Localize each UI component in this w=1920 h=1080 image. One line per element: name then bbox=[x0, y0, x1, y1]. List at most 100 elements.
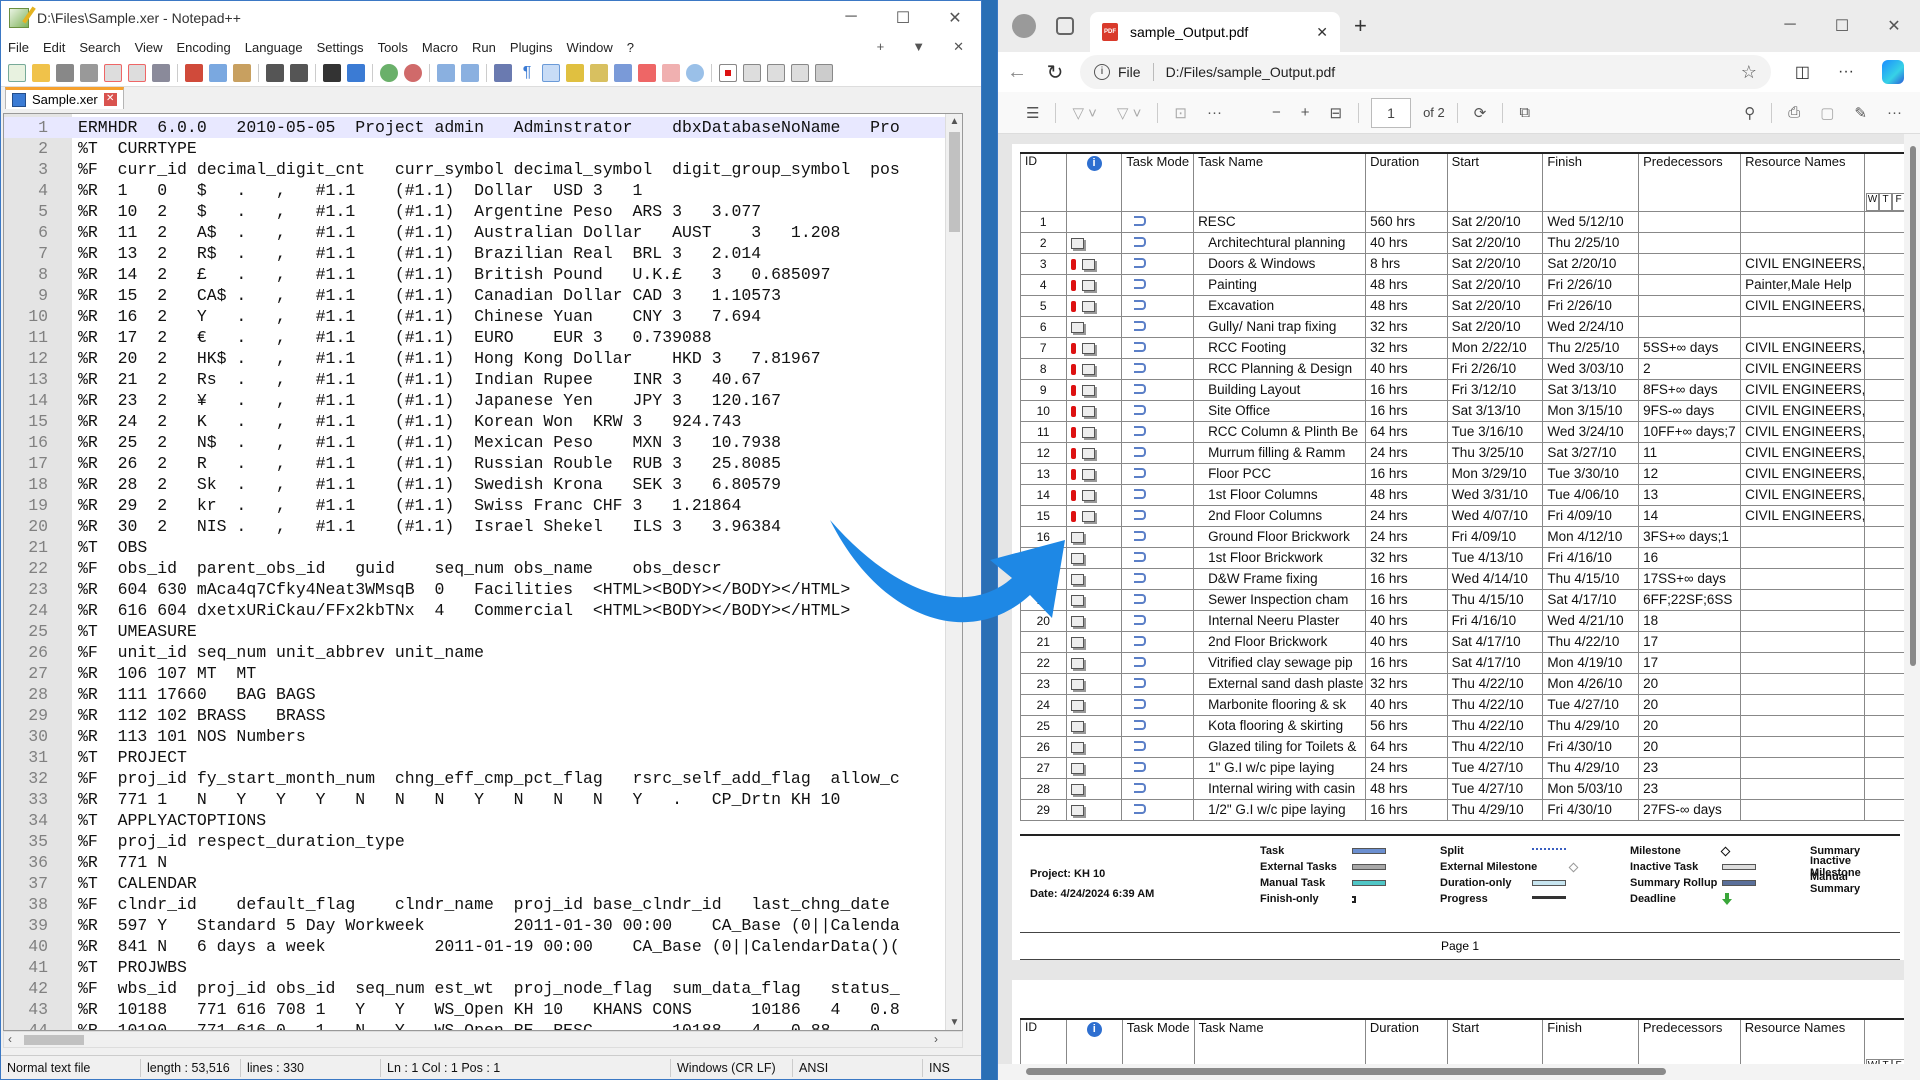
minimize-button[interactable]: ─ bbox=[825, 8, 877, 28]
cut-icon[interactable] bbox=[185, 63, 203, 82]
menu-view[interactable]: View bbox=[128, 40, 170, 55]
editor-line[interactable]: 37 %T CALENDAR bbox=[4, 873, 962, 894]
editor-line[interactable]: 38 %F clndr_id default_flag clndr_name pr… bbox=[4, 894, 962, 915]
list-tabs-icon[interactable]: ▼ bbox=[905, 39, 932, 55]
editor-line[interactable]: 40 %R 841 N 6 days a week 2011-01-19 00:0… bbox=[4, 936, 962, 957]
text-editor[interactable]: 1 ERMHDR 6.0.0 2010-05-05 Project admin A… bbox=[3, 113, 963, 1031]
tab-sample-xer[interactable]: Sample.xer ✕ bbox=[5, 87, 124, 109]
new-tab-icon[interactable]: + bbox=[870, 39, 892, 55]
run-macro-multiple-icon[interactable] bbox=[791, 63, 809, 82]
browser-tab-pdf[interactable]: PDF sample_Output.pdf ✕ bbox=[1090, 12, 1340, 52]
search-icon[interactable]: ⚲ bbox=[1744, 104, 1755, 122]
scroll-thumb[interactable] bbox=[949, 132, 960, 232]
menu-tools[interactable]: Tools bbox=[371, 40, 415, 55]
editor-line[interactable]: 15 %R 24 2 K . , #1.1 (#1.1) Korean Won K… bbox=[4, 411, 962, 432]
text-icon[interactable]: ⊡ bbox=[1174, 104, 1187, 122]
play-macro-icon[interactable] bbox=[767, 63, 785, 82]
more-tools-icon[interactable]: ··· bbox=[1207, 104, 1222, 121]
open-file-icon[interactable] bbox=[32, 63, 50, 82]
editor-line[interactable]: 20 %R 30 2 NIS . , #1.1 (#1.1) Israel She… bbox=[4, 516, 962, 537]
new-file-icon[interactable] bbox=[8, 63, 26, 82]
menu-window[interactable]: Window bbox=[560, 40, 620, 55]
editor-line[interactable]: 8 %R 14 2 £ . , #1.1 (#1.1) British Pound… bbox=[4, 264, 962, 285]
pdf-vertical-scrollbar[interactable] bbox=[1906, 134, 1920, 1064]
editor-line[interactable]: 1 ERMHDR 6.0.0 2010-05-05 Project admin A… bbox=[4, 117, 962, 138]
doc-map-icon[interactable] bbox=[590, 63, 608, 82]
editor-line[interactable]: 42 %F wbs_id proj_id obs_id seq_num est_w… bbox=[4, 978, 962, 999]
zoom-out-icon[interactable] bbox=[404, 63, 422, 82]
editor-line[interactable]: 27 %R 106 107 MT MT bbox=[4, 663, 962, 684]
doc-list-icon[interactable] bbox=[614, 63, 632, 82]
draw-icon[interactable]: ▽ ˅ bbox=[1117, 104, 1141, 122]
close-all-icon[interactable] bbox=[128, 63, 146, 82]
url-text[interactable]: D:/Files/sample_Output.pdf bbox=[1166, 64, 1336, 80]
editor-line[interactable]: 6 %R 11 2 A$ . , #1.1 (#1.1) Australian D… bbox=[4, 222, 962, 243]
editor-line[interactable]: 29 %R 112 102 BRASS BRASS bbox=[4, 705, 962, 726]
refresh-icon[interactable]: ↻ bbox=[1036, 60, 1074, 85]
editor-line[interactable]: 41 %T PROJWBS bbox=[4, 957, 962, 978]
menu-macro[interactable]: Macro bbox=[415, 40, 465, 55]
menu-encoding[interactable]: Encoding bbox=[170, 40, 238, 55]
menu-file[interactable]: File bbox=[1, 40, 36, 55]
editor-line[interactable]: 17 %R 26 2 R . , #1.1 (#1.1) Russian Roub… bbox=[4, 453, 962, 474]
record-macro-icon[interactable] bbox=[719, 63, 737, 82]
profile-avatar[interactable] bbox=[1012, 14, 1036, 38]
undo-icon[interactable] bbox=[266, 63, 284, 82]
menu-settings[interactable]: Settings bbox=[310, 40, 371, 55]
editor-line[interactable]: 7 %R 13 2 R$ . , #1.1 (#1.1) Brazilian Re… bbox=[4, 243, 962, 264]
save-icon[interactable] bbox=[56, 63, 74, 82]
word-wrap-icon[interactable] bbox=[494, 63, 512, 82]
folder-workspace-icon[interactable] bbox=[662, 63, 680, 82]
close-button[interactable]: ✕ bbox=[1868, 16, 1920, 36]
maximize-button[interactable]: ☐ bbox=[1816, 16, 1868, 36]
contents-icon[interactable]: ☰ bbox=[1026, 104, 1039, 122]
minimize-button[interactable]: ─ bbox=[1764, 16, 1816, 36]
fit-page-icon[interactable]: ⊟ bbox=[1330, 104, 1343, 122]
close-button[interactable]: ✕ bbox=[929, 8, 981, 28]
rotate-icon[interactable]: ⟳ bbox=[1474, 104, 1487, 122]
zoom-in-icon[interactable] bbox=[380, 63, 398, 82]
editor-line[interactable]: 13 %R 21 2 Rs . , #1.1 (#1.1) Indian Rupe… bbox=[4, 369, 962, 390]
paste-icon[interactable] bbox=[233, 63, 251, 82]
menu-run[interactable]: Run bbox=[465, 40, 503, 55]
replace-icon[interactable] bbox=[347, 63, 365, 82]
close-tab-icon[interactable]: ✕ bbox=[1316, 24, 1328, 41]
find-icon[interactable] bbox=[323, 63, 341, 82]
pdf-hscroll-thumb[interactable] bbox=[1026, 1068, 1666, 1075]
sync-v-icon[interactable] bbox=[437, 63, 455, 82]
scroll-right-icon[interactable]: › bbox=[934, 1032, 938, 1046]
editor-line[interactable]: 24 %R 616 604 dxetxURiCkau/FFx2kbTNx 4 Co… bbox=[4, 600, 962, 621]
editor-line[interactable]: 5 %R 10 2 $ . , #1.1 (#1.1) Argentine Pes… bbox=[4, 201, 962, 222]
editor-line[interactable]: 43 %R 10188 771 616 708 1 Y Y WS_Open KH … bbox=[4, 999, 962, 1020]
save-icon[interactable]: ▢ bbox=[1820, 104, 1834, 122]
function-list-icon[interactable] bbox=[638, 63, 656, 82]
pdf-horizontal-scrollbar[interactable] bbox=[998, 1064, 1904, 1078]
scroll-up-icon[interactable]: ▲ bbox=[946, 116, 962, 127]
close-doc-icon[interactable]: ✕ bbox=[946, 39, 971, 55]
save-all-icon[interactable] bbox=[80, 63, 98, 82]
menu-plugins[interactable]: Plugins bbox=[503, 40, 560, 55]
menu-edit[interactable]: Edit bbox=[36, 40, 72, 55]
show-all-chars-icon[interactable]: ¶ bbox=[518, 64, 536, 82]
split-screen-icon[interactable]: ◫ bbox=[1795, 62, 1810, 82]
horizontal-scrollbar[interactable]: ‹ › bbox=[3, 1031, 963, 1048]
editor-line[interactable]: 26 %F unit_id seq_num unit_abbrev unit_na… bbox=[4, 642, 962, 663]
editor-line[interactable]: 10 %R 16 2 Y . , #1.1 (#1.1) Chinese Yuan… bbox=[4, 306, 962, 327]
save-as-icon[interactable]: ✎ bbox=[1854, 104, 1867, 122]
sync-h-icon[interactable] bbox=[461, 63, 479, 82]
maximize-button[interactable]: ☐ bbox=[877, 8, 929, 28]
udl-icon[interactable] bbox=[566, 63, 584, 82]
copilot-icon[interactable] bbox=[1882, 60, 1904, 84]
copy-icon[interactable] bbox=[209, 63, 227, 82]
editor-line[interactable]: 25 %T UMEASURE bbox=[4, 621, 962, 642]
address-bar[interactable]: i File D:/Files/sample_Output.pdf ☆ bbox=[1080, 55, 1771, 89]
editor-line[interactable]: 12 %R 20 2 HK$ . , #1.1 (#1.1) Hong Kong … bbox=[4, 348, 962, 369]
more-options-icon[interactable]: ··· bbox=[1838, 63, 1854, 81]
vertical-scrollbar[interactable]: ▲ ▼ bbox=[945, 114, 962, 1030]
stop-macro-icon[interactable] bbox=[743, 63, 761, 82]
print-icon[interactable] bbox=[152, 63, 170, 82]
editor-line[interactable]: 4 %R 1 0 $ . , #1.1 (#1.1) Dollar USD 3 1 bbox=[4, 180, 962, 201]
favorite-star-icon[interactable]: ☆ bbox=[1741, 62, 1757, 83]
editor-line[interactable]: 3 %F curr_id decimal_digit_cnt curr_symbo… bbox=[4, 159, 962, 180]
hscroll-thumb[interactable] bbox=[24, 1035, 84, 1045]
